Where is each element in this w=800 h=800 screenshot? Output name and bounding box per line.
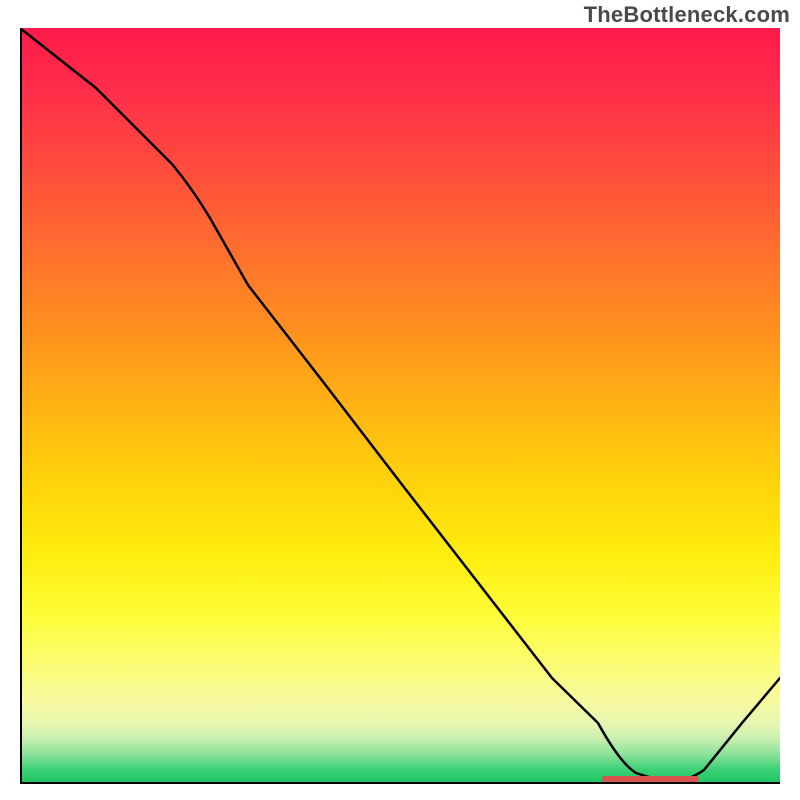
watermark-text: TheBottleneck.com (584, 2, 790, 28)
plot-area (20, 28, 780, 784)
chart-canvas: TheBottleneck.com (0, 0, 800, 800)
plot-svg (20, 28, 780, 784)
bottleneck-curve (20, 28, 780, 781)
